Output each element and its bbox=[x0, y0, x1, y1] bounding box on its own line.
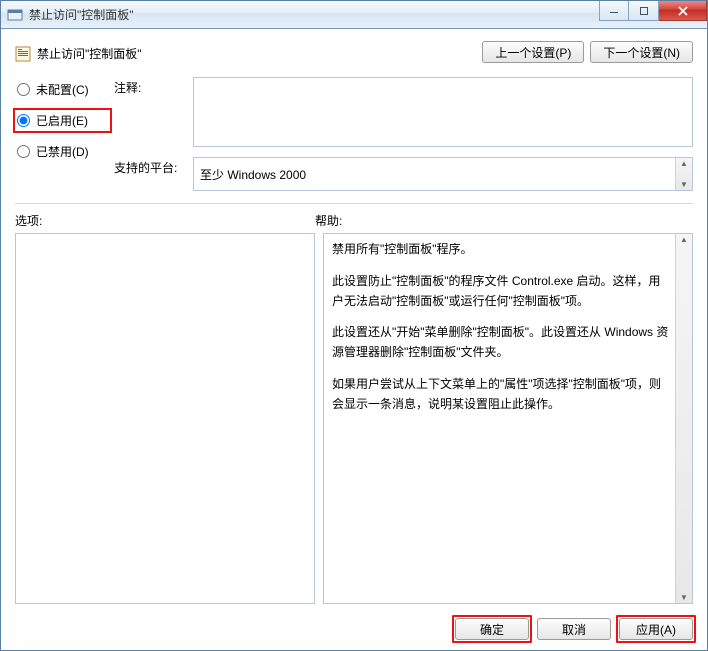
radio-enabled-input[interactable] bbox=[17, 114, 30, 127]
divider bbox=[15, 203, 693, 204]
help-label: 帮助: bbox=[315, 212, 693, 229]
content-area: 禁止访问"控制面板" 上一个设置(P) 下一个设置(N) 未配置(C) 已启用(… bbox=[1, 29, 707, 650]
previous-setting-button[interactable]: 上一个设置(P) bbox=[482, 41, 584, 63]
scroll-down-icon: ▼ bbox=[680, 180, 688, 189]
comment-textarea[interactable] bbox=[193, 77, 693, 147]
radio-not-configured-label: 未配置(C) bbox=[36, 81, 89, 98]
ok-button[interactable]: 确定 bbox=[455, 618, 529, 640]
help-p2: 此设置防止"控制面板"的程序文件 Control.exe 启动。这样，用户无法启… bbox=[332, 272, 670, 312]
help-p1: 禁用所有"控制面板"程序。 bbox=[332, 240, 670, 260]
app-icon bbox=[7, 7, 23, 23]
radio-disabled-label: 已禁用(D) bbox=[36, 143, 89, 160]
maximize-button[interactable] bbox=[629, 1, 659, 21]
state-radio-group: 未配置(C) 已启用(E) 已禁用(D) bbox=[15, 77, 110, 162]
footer: 确定 取消 应用(A) bbox=[1, 610, 707, 650]
minimize-button[interactable] bbox=[599, 1, 629, 21]
cancel-button[interactable]: 取消 bbox=[537, 618, 611, 640]
options-label: 选项: bbox=[15, 212, 315, 229]
radio-disabled[interactable]: 已禁用(D) bbox=[15, 141, 110, 162]
titlebar[interactable]: 禁止访问"控制面板" bbox=[1, 1, 707, 29]
policy-icon bbox=[15, 46, 31, 62]
scrollbar[interactable]: ▲▼ bbox=[675, 158, 692, 190]
scroll-up-icon: ▲ bbox=[680, 159, 688, 168]
platform-value: 至少 Windows 2000 bbox=[200, 166, 306, 183]
window-title: 禁止访问"控制面板" bbox=[29, 6, 134, 23]
help-pane: 禁用所有"控制面板"程序。 此设置防止"控制面板"的程序文件 Control.e… bbox=[323, 233, 693, 604]
help-text: 禁用所有"控制面板"程序。 此设置防止"控制面板"的程序文件 Control.e… bbox=[324, 234, 692, 433]
page-title-wrap: 禁止访问"控制面板" bbox=[15, 41, 142, 62]
page-title: 禁止访问"控制面板" bbox=[37, 45, 142, 62]
radio-disabled-input[interactable] bbox=[17, 145, 30, 158]
apply-button[interactable]: 应用(A) bbox=[619, 618, 693, 640]
comment-label: 注释: bbox=[114, 77, 189, 96]
close-button[interactable] bbox=[659, 1, 707, 21]
help-p3: 此设置还从"开始"菜单删除"控制面板"。此设置还从 Windows 资源管理器删… bbox=[332, 323, 670, 363]
scroll-up-icon: ▲ bbox=[680, 235, 688, 244]
radio-not-configured[interactable]: 未配置(C) bbox=[15, 79, 110, 100]
scrollbar[interactable]: ▲▼ bbox=[675, 234, 692, 603]
window-root: 禁止访问"控制面板" bbox=[0, 0, 708, 651]
radio-enabled[interactable]: 已启用(E) bbox=[15, 110, 110, 131]
radio-not-configured-input[interactable] bbox=[17, 83, 30, 96]
platform-label: 支持的平台: bbox=[114, 157, 189, 176]
window-controls bbox=[599, 1, 707, 21]
scroll-down-icon: ▼ bbox=[680, 593, 688, 602]
platform-box: 至少 Windows 2000 ▲▼ bbox=[193, 157, 693, 191]
options-pane bbox=[15, 233, 315, 604]
next-setting-button[interactable]: 下一个设置(N) bbox=[590, 41, 693, 63]
radio-enabled-label: 已启用(E) bbox=[36, 112, 88, 129]
help-p4: 如果用户尝试从上下文菜单上的"属性"项选择"控制面板"项，则会显示一条消息，说明… bbox=[332, 375, 670, 415]
